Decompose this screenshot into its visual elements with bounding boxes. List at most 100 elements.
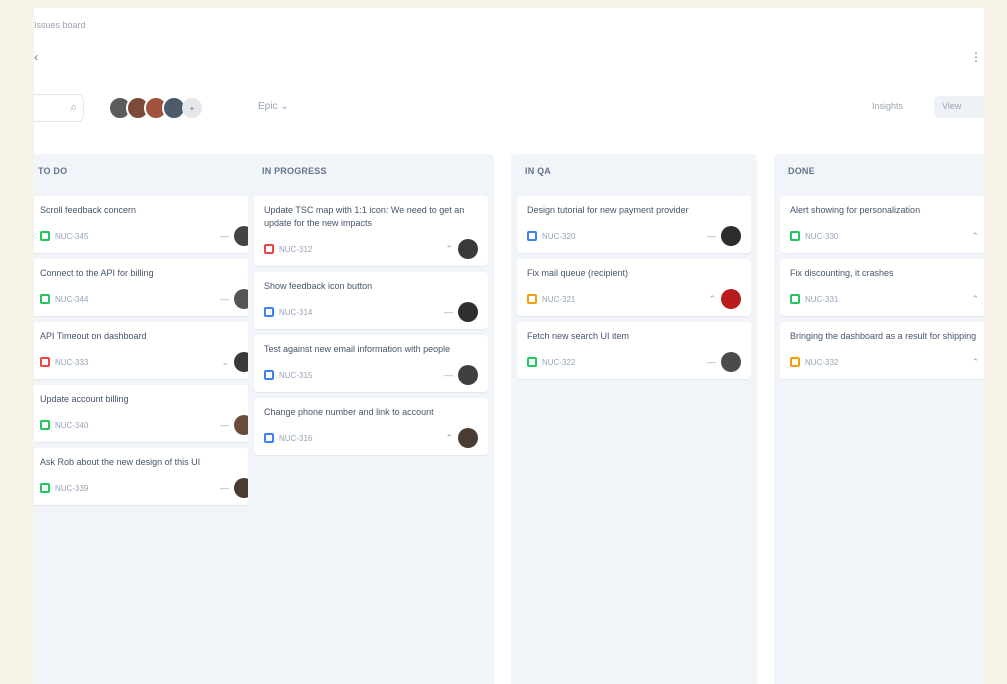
issue-card[interactable]: Update account billing NUC-340—: [34, 385, 264, 442]
issue-card[interactable]: Design tutorial for new payment provider…: [517, 196, 751, 253]
assignee-avatar[interactable]: [721, 226, 741, 246]
issue-type-icon: [527, 357, 537, 367]
issue-title: Fix mail queue (recipient): [527, 268, 629, 278]
issue-type-icon: [264, 433, 274, 443]
issue-key[interactable]: NUC-316: [279, 434, 445, 443]
issue-footer: NUC-315—: [264, 364, 478, 386]
issue-key[interactable]: NUC-312: [279, 245, 445, 254]
issue-key[interactable]: NUC-344: [55, 295, 220, 304]
issue-title: API Timeout on dashboard: [40, 331, 147, 341]
issue-key[interactable]: NUC-333: [55, 358, 221, 367]
assignee-avatar-stack[interactable]: +: [108, 96, 202, 120]
issue-type-icon: [790, 294, 800, 304]
priority-icon: —: [220, 231, 229, 241]
issue-footer: NUC-312 ⌃: [264, 238, 478, 260]
issue-card[interactable]: Connect to the API for billing NUC-344—: [34, 259, 264, 316]
more-assignees-button[interactable]: +: [182, 98, 202, 118]
assignee-avatar[interactable]: [458, 428, 478, 448]
issue-key[interactable]: NUC-345: [55, 232, 220, 241]
assignee-avatar[interactable]: [721, 352, 741, 372]
column-header[interactable]: DONE: [774, 154, 984, 190]
priority-icon: —: [220, 294, 229, 304]
issue-title: Bringing the dashboard as a result for s…: [790, 331, 977, 341]
priority-icon: ⌃: [971, 356, 979, 367]
priority-icon: ⌃: [971, 293, 979, 304]
issue-meta: ⌃: [708, 294, 716, 305]
issue-key[interactable]: NUC-314: [279, 308, 444, 317]
issue-card[interactable]: Bringing the dashboard as a result for s…: [780, 322, 984, 379]
column-header[interactable]: IN QA: [511, 154, 757, 190]
issue-key[interactable]: NUC-331: [805, 295, 971, 304]
issue-key[interactable]: NUC-321: [542, 295, 708, 304]
issue-card[interactable]: Fix mail queue (recipient) NUC-321 ⌃: [517, 259, 751, 316]
issue-title: Test against new email information with …: [264, 344, 451, 354]
issue-type-icon: [527, 294, 537, 304]
insights-button[interactable]: Insights: [872, 101, 903, 111]
issue-card[interactable]: Update TSC map with 1:1 icon: We need to…: [254, 196, 488, 266]
column-header[interactable]: IN PROGRESS: [248, 154, 494, 190]
issue-type-icon: [790, 357, 800, 367]
issue-title: Connect to the API for billing: [40, 268, 154, 278]
issue-key[interactable]: NUC-340: [55, 421, 220, 430]
issue-meta: —: [444, 370, 453, 380]
issue-key[interactable]: NUC-330: [805, 232, 971, 241]
priority-icon: ⌃: [708, 293, 716, 304]
issue-card[interactable]: Alert showing for personalization NUC-330…: [780, 196, 984, 253]
issue-type-icon: [264, 244, 274, 254]
epic-filter[interactable]: Epic ⌄: [258, 101, 289, 112]
issue-footer: NUC-339—: [40, 477, 254, 499]
issue-title: Ask Rob about the new design of this UI: [40, 457, 201, 467]
issue-title: Change phone number and link to account: [264, 407, 434, 417]
column-header[interactable]: TO DO: [34, 154, 270, 190]
issue-title: Fetch new search UI item: [527, 331, 630, 341]
issue-footer: NUC-330 ⌃: [790, 225, 984, 247]
column-done: DONE Alert showing for personalization NU…: [774, 154, 984, 684]
issue-meta: —: [220, 294, 229, 304]
search-icon: ⌕: [70, 100, 77, 114]
issue-card[interactable]: Test against new email information with …: [254, 335, 488, 392]
issue-type-icon: [40, 294, 50, 304]
issue-meta: ⌃: [971, 357, 979, 368]
assignee-avatar[interactable]: [721, 289, 741, 309]
issue-title: Scroll feedback concern: [40, 205, 137, 215]
issue-meta: ⌄: [221, 357, 229, 368]
issue-card[interactable]: API Timeout on dashboard NUC-333 ⌄: [34, 322, 264, 379]
view-settings-button[interactable]: View: [934, 96, 984, 118]
breadcrumb[interactable]: Issues board: [34, 20, 86, 30]
issue-key[interactable]: NUC-320: [542, 232, 707, 241]
more-vertical-icon[interactable]: ⋮: [970, 50, 982, 64]
issue-footer: NUC-331 ⌃: [790, 288, 984, 310]
issue-footer: NUC-322—: [527, 351, 741, 373]
issue-key[interactable]: NUC-315: [279, 371, 444, 380]
issue-footer: NUC-320—: [527, 225, 741, 247]
issue-card[interactable]: Fetch new search UI item NUC-322—: [517, 322, 751, 379]
issue-card[interactable]: Ask Rob about the new design of this UI N…: [34, 448, 264, 505]
priority-icon: —: [220, 483, 229, 493]
priority-icon: ⌃: [445, 432, 453, 443]
chevron-left-icon[interactable]: ‹: [34, 50, 38, 64]
column-todo: TO DO Scroll feedback concern NUC-345— Con…: [34, 154, 270, 684]
issue-key[interactable]: NUC-322: [542, 358, 707, 367]
search-input[interactable]: ⌕: [34, 94, 84, 122]
issue-card[interactable]: Change phone number and link to account N…: [254, 398, 488, 455]
issue-key[interactable]: NUC-332: [805, 358, 971, 367]
priority-icon: ⌃: [971, 230, 979, 241]
issue-footer: NUC-345—: [40, 225, 254, 247]
assignee-avatar[interactable]: [458, 239, 478, 259]
issue-type-icon: [264, 370, 274, 380]
issue-footer: NUC-344—: [40, 288, 254, 310]
issue-card[interactable]: Show feedback icon button NUC-314—: [254, 272, 488, 329]
issue-card[interactable]: Fix discounting, it crashes NUC-331 ⌃: [780, 259, 984, 316]
issue-card[interactable]: Scroll feedback concern NUC-345—: [34, 196, 264, 253]
issue-type-icon: [40, 231, 50, 241]
issue-key[interactable]: NUC-339: [55, 484, 220, 493]
issue-footer: NUC-316 ⌃: [264, 427, 478, 449]
assignee-avatar[interactable]: [458, 302, 478, 322]
issue-meta: —: [220, 231, 229, 241]
issue-title: Update account billing: [40, 394, 129, 404]
priority-icon: —: [220, 420, 229, 430]
assignee-avatar[interactable]: [458, 365, 478, 385]
issue-title: Design tutorial for new payment provider: [527, 205, 689, 215]
issue-type-icon: [40, 483, 50, 493]
issue-type-icon: [790, 231, 800, 241]
